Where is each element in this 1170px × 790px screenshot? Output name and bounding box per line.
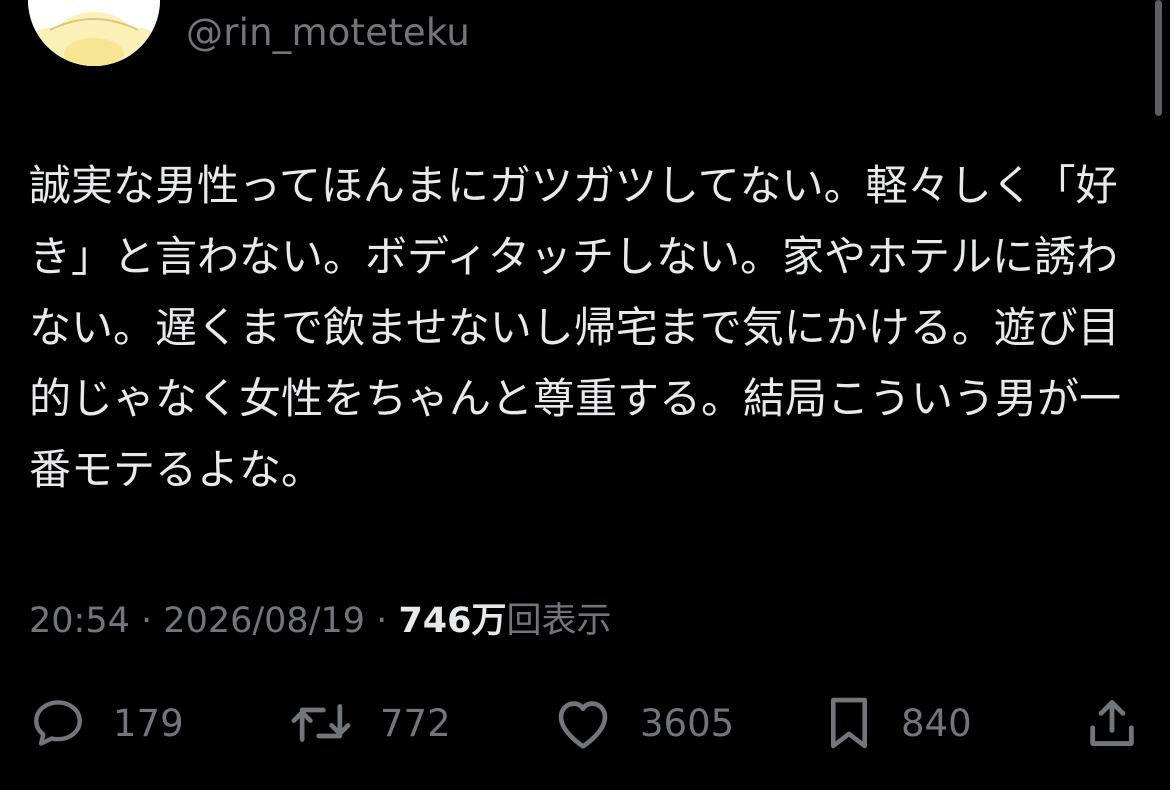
retweet-icon — [291, 704, 351, 742]
bookmark-icon — [830, 697, 868, 749]
tweet-date[interactable]: 2026/08/19 — [163, 601, 365, 641]
meta-separator: · — [141, 601, 153, 641]
scrollbar[interactable] — [1155, 0, 1162, 116]
retweet-count: 772 — [380, 701, 451, 745]
tweet-text: 誠実な男性ってほんまにガツガツしてない。軽々しく「好き」と言わない。ボディタッチ… — [29, 161, 1122, 494]
views-count[interactable]: 746万 — [398, 601, 506, 641]
like-button[interactable]: 3605 — [552, 690, 734, 756]
share-button[interactable] — [1084, 690, 1140, 756]
retweet-button[interactable]: 772 — [288, 690, 451, 756]
reply-count: 179 — [113, 701, 184, 745]
reply-bubble-icon — [34, 700, 82, 746]
meta-separator: · — [376, 601, 388, 641]
heart-icon — [558, 701, 608, 749]
like-count: 3605 — [640, 701, 735, 745]
tweet-time[interactable]: 20:54 — [29, 601, 130, 641]
action-bar: 179 772 3605 840 — [0, 690, 1170, 756]
avatar[interactable] — [28, 0, 160, 66]
yellow-character-avatar-icon — [28, 0, 160, 66]
user-handle[interactable]: @rin_moteteku — [186, 10, 470, 56]
reply-button[interactable]: 179 — [29, 690, 184, 756]
bookmark-button[interactable]: 840 — [823, 690, 972, 756]
share-icon — [1090, 700, 1134, 746]
tweet-meta: 20:54 · 2026/08/19 · 746万回表示 — [29, 596, 612, 646]
views-label[interactable]: 回表示 — [507, 601, 612, 641]
bookmark-count: 840 — [901, 701, 972, 745]
